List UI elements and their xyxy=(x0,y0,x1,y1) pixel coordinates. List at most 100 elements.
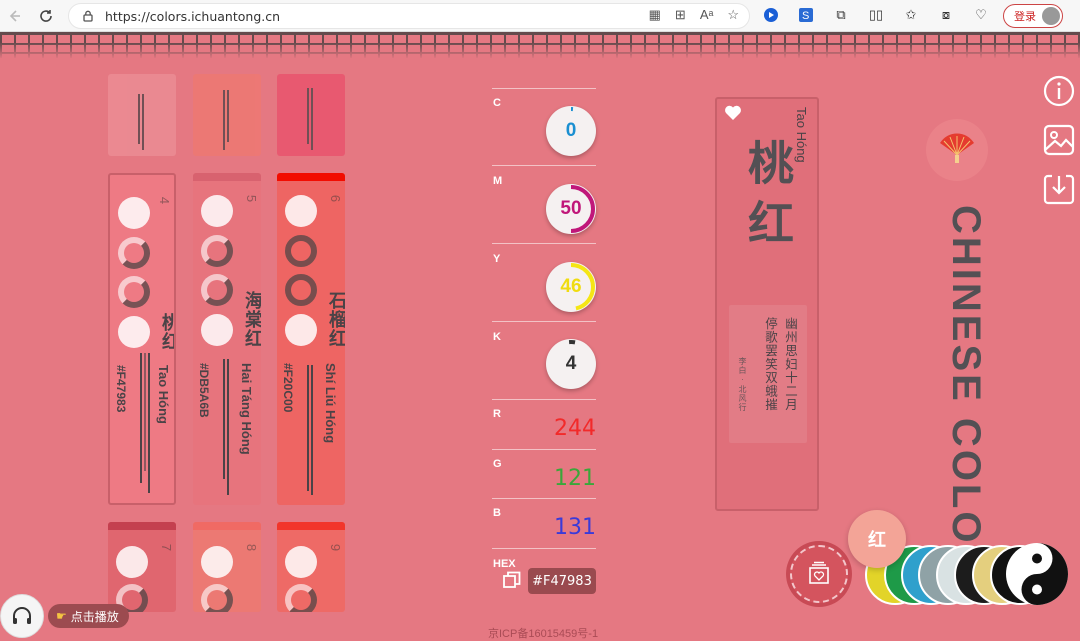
pointing-hand-icon: ☛ xyxy=(56,609,67,623)
card-number: 6 xyxy=(327,194,343,203)
cmyk-dial xyxy=(285,235,317,267)
poem-author: 李白 · 北风行 xyxy=(738,357,747,413)
play-hint-label: 点击播放 xyxy=(70,609,119,624)
collection-button[interactable] xyxy=(790,545,848,603)
login-button[interactable]: 登录 xyxy=(1003,4,1063,28)
cmyk-y-value: 46 xyxy=(560,276,582,297)
hex-value[interactable]: #F47983 xyxy=(528,568,596,594)
cmyk-dial xyxy=(285,314,317,346)
cmyk-dial xyxy=(285,195,317,227)
split-screen-icon[interactable]: ▯▯ xyxy=(865,4,887,26)
play-hint-pill[interactable]: ☛ 点击播放 xyxy=(48,604,129,628)
read-aloud-icon[interactable]: Aᵃ xyxy=(700,7,714,23)
health-icon[interactable]: ♡ xyxy=(970,4,992,26)
logo xyxy=(926,119,988,181)
cmyk-dial xyxy=(118,276,150,308)
copy-icon[interactable] xyxy=(503,571,521,589)
color-card-shiliuhong[interactable]: 6 石榴红 #F20C00 Shí Liú Hóng xyxy=(277,173,345,505)
icp-footer[interactable]: 京ICP备16015459号-1 xyxy=(488,625,598,641)
info-icon[interactable] xyxy=(1042,74,1076,108)
cmyk-dial xyxy=(116,546,148,578)
cmyk-dial xyxy=(201,584,233,612)
login-label: 登录 xyxy=(1014,11,1036,23)
collections-icon[interactable]: ⧇ xyxy=(935,4,957,26)
color-card-partial[interactable] xyxy=(193,74,261,156)
yin-yang-icon[interactable] xyxy=(1004,541,1070,607)
grid-icon[interactable]: ▦ xyxy=(649,7,661,23)
download-icon[interactable] xyxy=(1042,172,1076,206)
image-icon[interactable] xyxy=(1042,123,1076,157)
red-family-button[interactable]: 红 xyxy=(848,510,906,568)
cmyk-dial xyxy=(201,274,233,306)
card-name: 海棠红 xyxy=(242,291,261,348)
color-card-8[interactable]: 8 xyxy=(193,522,261,612)
cmyk-dial xyxy=(201,235,233,267)
address-bar[interactable]: https://colors.ichuantong.cn ▦ ⊞ Aᵃ ☆ xyxy=(68,3,750,29)
headphones-icon xyxy=(13,607,31,624)
color-card-7[interactable]: 7 xyxy=(108,522,176,612)
music-button[interactable] xyxy=(0,594,44,638)
rgb-b-label: B xyxy=(493,507,501,519)
refresh-icon[interactable] xyxy=(32,2,60,30)
detail-color-name: 桃红 xyxy=(741,139,795,259)
card-pinyin: Shí Liú Hóng xyxy=(323,363,338,444)
cmyk-dial xyxy=(285,274,317,306)
back-icon[interactable] xyxy=(0,2,28,30)
poem-line: 停歌罢笑双蛾摧 xyxy=(763,317,778,412)
hex-label: HEX xyxy=(493,558,516,570)
cmyk-c-value: 0 xyxy=(565,120,577,141)
rgb-b-value: 131 xyxy=(554,515,596,540)
card-name: 石榴红 xyxy=(326,291,345,348)
cmyk-dial xyxy=(201,314,233,346)
rgb-g-value: 121 xyxy=(554,466,596,491)
cmyk-c-gauge: 0 xyxy=(546,106,596,156)
card-pinyin: Tao Hóng xyxy=(156,365,171,424)
split-icon[interactable]: ⊞ xyxy=(675,7,686,23)
favorites-icon[interactable]: ✩ xyxy=(900,4,922,26)
cmyk-c-label: C xyxy=(493,97,501,109)
card-pinyin: Hai Táng Hóng xyxy=(239,363,254,455)
cmyk-k-label: K xyxy=(493,331,501,343)
cmyk-y-label: Y xyxy=(493,253,501,265)
fan-icon xyxy=(940,133,974,163)
cmyk-m-label: M xyxy=(493,175,503,187)
rgb-r-label: R xyxy=(493,408,501,420)
card-number: 7 xyxy=(158,543,174,552)
card-number: 5 xyxy=(243,194,259,203)
favorite-star-icon[interactable]: ☆ xyxy=(727,7,739,23)
card-number: 8 xyxy=(243,543,259,552)
color-detail-panel: Tao Hóng 桃红 幽州思妇十二月 停歌罢笑双蛾摧 李白 · 北风行 xyxy=(715,97,819,511)
color-card-haitanghong[interactable]: 5 海棠红 #DB5A6B Hai Táng Hóng xyxy=(193,173,261,505)
card-name: 桃红 xyxy=(159,313,176,351)
cmyk-dial xyxy=(118,237,150,269)
card-number: 4 xyxy=(156,196,172,205)
heart-icon[interactable] xyxy=(723,103,743,123)
color-card-taohong[interactable]: 4 桃红 #F47983 Tao Hóng xyxy=(108,173,176,505)
svg-text:S: S xyxy=(802,10,809,22)
rgb-g-label: G xyxy=(493,458,502,470)
card-hex: #DB5A6B xyxy=(197,363,211,418)
extension-s-icon[interactable]: S xyxy=(795,4,817,26)
cmyk-dial xyxy=(285,546,317,578)
card-hex: #F20C00 xyxy=(281,363,295,413)
cmyk-dial xyxy=(201,195,233,227)
lock-icon xyxy=(83,10,93,22)
color-card-partial[interactable] xyxy=(277,74,345,156)
cmyk-dial xyxy=(285,584,317,612)
cmyk-y-gauge: 46 xyxy=(546,262,596,312)
color-card-9[interactable]: 9 xyxy=(277,522,345,612)
collection-heart-icon xyxy=(809,561,829,584)
rgb-r-value: 244 xyxy=(554,416,596,441)
avatar xyxy=(1042,7,1060,25)
cmyk-dial xyxy=(118,316,150,348)
extension-blue-icon[interactable] xyxy=(760,4,782,26)
cmyk-k-value: 4 xyxy=(565,353,577,374)
browser-toolbar: https://colors.ichuantong.cn ▦ ⊞ Aᵃ ☆ S … xyxy=(0,0,1080,32)
color-card-partial[interactable] xyxy=(108,74,176,156)
url-text: https://colors.ichuantong.cn xyxy=(105,8,281,24)
cmyk-dial xyxy=(201,546,233,578)
card-number: 9 xyxy=(327,543,343,552)
extensions-puzzle-icon[interactable]: ⧉ xyxy=(830,4,852,26)
poem-line: 幽州思妇十二月 xyxy=(783,317,798,412)
cmyk-dial xyxy=(118,197,150,229)
